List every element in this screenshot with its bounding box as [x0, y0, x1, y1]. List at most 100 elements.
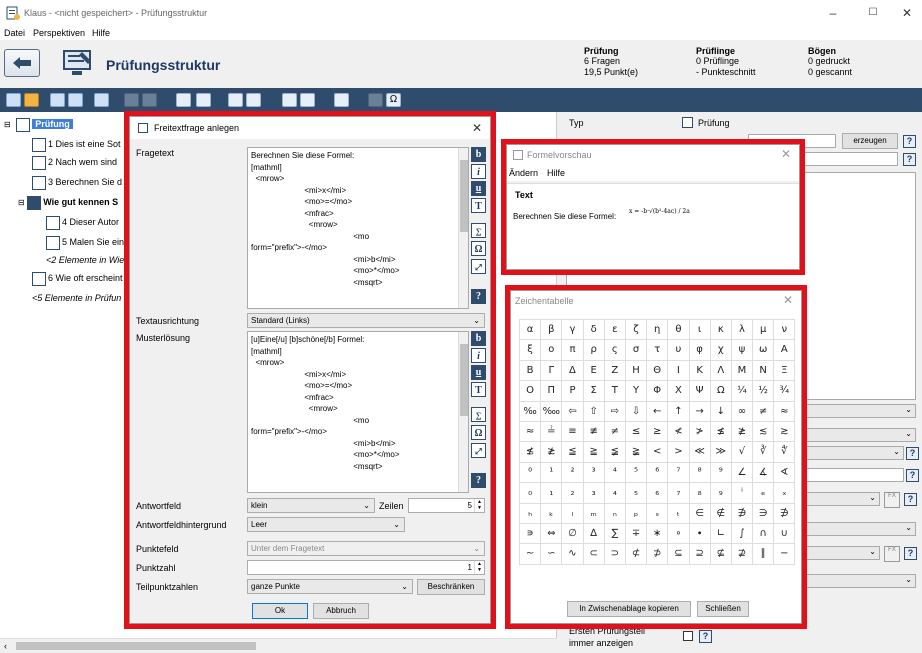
symbol-cell[interactable]: ₕ: [520, 503, 542, 524]
menu-datei[interactable]: Datei: [4, 28, 25, 38]
back-button[interactable]: [4, 49, 40, 77]
symbol-cell[interactable]: ν: [774, 320, 796, 341]
symbol-cell[interactable]: ≩: [625, 442, 648, 463]
symbol-cell[interactable]: ₜ: [668, 503, 690, 524]
option-select[interactable]: ⌄: [798, 492, 880, 506]
symbol-cell[interactable]: ≱: [731, 421, 754, 443]
symbol-cell[interactable]: ⊇: [689, 544, 711, 565]
symbol-cell[interactable]: ₂: [562, 483, 584, 504]
musterloesung-scrollbar[interactable]: [458, 332, 468, 492]
symbol-cell[interactable]: ₅: [625, 483, 648, 504]
symbol-cell[interactable]: ∙: [689, 523, 711, 545]
symbol-cell[interactable]: ≯: [689, 421, 711, 443]
symbol-cell[interactable]: ₓ: [774, 483, 796, 504]
symbol-cell[interactable]: ¹: [541, 462, 563, 484]
close-icon[interactable]: ✕: [781, 147, 791, 161]
symbol-cell[interactable]: ⁹: [710, 462, 732, 484]
symbol-cell[interactable]: ≫: [710, 442, 732, 463]
symbol-cell[interactable]: ₇: [668, 483, 690, 504]
symbol-cell[interactable]: ε: [604, 320, 626, 341]
symbol-cell[interactable]: ⁴: [604, 462, 626, 484]
menu-hilfe[interactable]: Hilfe: [92, 28, 110, 38]
antwortfeld-select[interactable]: klein ⌄: [247, 498, 375, 513]
expand-icon[interactable]: ⤢: [471, 443, 486, 458]
symbol-cell[interactable]: ω: [753, 340, 775, 361]
symbol-cell[interactable]: ≦: [562, 442, 584, 463]
ok-button[interactable]: Ok: [252, 603, 308, 619]
symbol-cell[interactable]: ≨: [604, 442, 626, 463]
symbol-cell[interactable]: Υ: [625, 381, 648, 402]
symbol-cell[interactable]: ≪: [689, 442, 711, 463]
symbol-cell[interactable]: Ζ: [604, 360, 626, 382]
symbol-cell[interactable]: κ: [710, 320, 732, 341]
symbol-cell[interactable]: ≰: [710, 421, 732, 443]
symbol-cell[interactable]: ⁸: [689, 462, 711, 484]
symbol-cell[interactable]: Ν: [753, 360, 775, 382]
symbol-cell[interactable]: Σ: [583, 381, 605, 402]
print-icon[interactable]: [246, 93, 261, 107]
symbol-cell[interactable]: ∼: [520, 544, 542, 565]
tree-group[interactable]: ⊟ Wie gut kennen S: [18, 194, 118, 210]
abbruch-button[interactable]: Abbruch: [313, 603, 369, 619]
hintergrund-select[interactable]: Leer ⌄: [247, 517, 405, 532]
symbol-cell[interactable]: ≈: [774, 401, 796, 422]
symbol-cell[interactable]: >: [668, 442, 690, 463]
tree-node-root[interactable]: ⊟ Prüfung: [4, 116, 73, 132]
symbol-cell[interactable]: ↑: [668, 401, 690, 422]
symbol-cell[interactable]: ∑: [604, 523, 626, 545]
symbol-cell[interactable]: ³: [583, 462, 605, 484]
add-choice-icon[interactable]: [68, 93, 83, 107]
symbol-cell[interactable]: β: [541, 320, 563, 341]
symbol-cell[interactable]: ≥: [647, 421, 669, 443]
symbol-cell[interactable]: ₛ: [647, 503, 669, 524]
symbol-cell[interactable]: Ρ: [562, 381, 584, 402]
formula-edit-icon[interactable]: ∑: [471, 407, 486, 422]
add-question-icon[interactable]: [6, 93, 21, 107]
symbol-cell[interactable]: ∛: [753, 442, 775, 463]
symbol-cell[interactable]: →: [689, 401, 711, 422]
symbol-cell[interactable]: Δ: [562, 360, 584, 382]
symbol-cell[interactable]: Μ: [731, 360, 754, 382]
symbol-cell[interactable]: υ: [668, 340, 690, 361]
symbol-cell[interactable]: Τ: [604, 381, 626, 402]
help-icon[interactable]: ?: [904, 547, 917, 560]
formula-edit-icon[interactable]: ∑: [471, 223, 486, 238]
image-icon[interactable]: [368, 93, 383, 107]
menu-aendern[interactable]: Ändern: [509, 168, 538, 178]
symbol-cell[interactable]: ≮: [668, 421, 690, 443]
formula-fx-icon[interactable]: FX: [884, 492, 900, 508]
symbol-cell[interactable]: π: [562, 340, 584, 361]
symbol-cell[interactable]: ∽: [541, 544, 563, 565]
symbol-cell[interactable]: Α: [774, 340, 796, 361]
symbol-cell[interactable]: Γ: [541, 360, 563, 382]
close-icon[interactable]: ✕: [783, 293, 793, 307]
table-icon[interactable]: [334, 93, 349, 107]
symbol-cell[interactable]: ⊂: [583, 544, 605, 565]
symbol-cell[interactable]: Ξ: [774, 360, 796, 382]
symbol-cell[interactable]: ς: [604, 340, 626, 361]
symbol-cell[interactable]: τ: [647, 340, 669, 361]
symbol-cell[interactable]: ₗ: [562, 503, 584, 524]
symbol-cell[interactable]: ∆: [583, 523, 605, 545]
symbol-cell[interactable]: ⊄: [625, 544, 648, 565]
expand-icon[interactable]: ⤢: [471, 259, 486, 274]
symbol-cell[interactable]: ²: [562, 462, 584, 484]
symbol-cell[interactable]: ₃: [583, 483, 605, 504]
symbol-cell[interactable]: ∉: [710, 503, 732, 524]
textausrichtung-select[interactable]: Standard (Links) ⌄: [247, 313, 485, 328]
symbol-cell[interactable]: ∗: [647, 523, 669, 545]
symbol-cell[interactable]: ⊅: [647, 544, 669, 565]
symbol-cell[interactable]: ∅: [562, 523, 584, 545]
bold-button[interactable]: b: [471, 147, 486, 162]
help-icon[interactable]: ?: [471, 473, 486, 488]
symbol-cell[interactable]: ₄: [604, 483, 626, 504]
symbol-cell[interactable]: ‰: [520, 401, 542, 422]
symbol-cell[interactable]: ∌: [774, 503, 796, 524]
horizontal-scrollbar[interactable]: ‹: [0, 638, 557, 653]
symbol-cell[interactable]: ≵: [541, 442, 563, 463]
symbol-cell[interactable]: ≧: [583, 442, 605, 463]
symbol-cell[interactable]: Ψ: [689, 381, 711, 402]
formula-icon[interactable]: [282, 93, 297, 107]
symbol-cell[interactable]: ρ: [583, 340, 605, 361]
symbol-cell[interactable]: ι: [689, 320, 711, 341]
